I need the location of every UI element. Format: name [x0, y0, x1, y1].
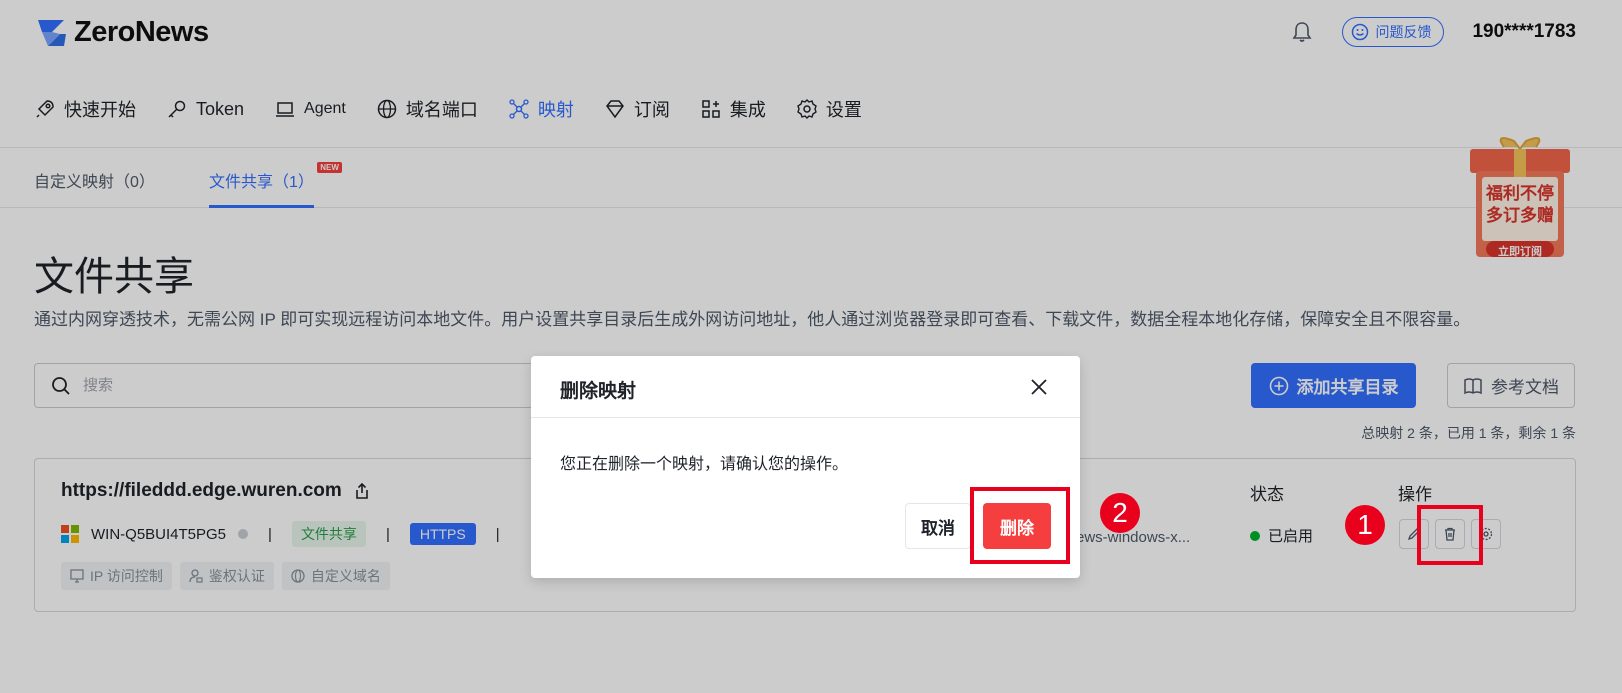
dialog-title: 删除映射 — [560, 381, 637, 402]
step-2-marker: 2 — [1100, 493, 1140, 533]
highlight-confirm-delete — [970, 487, 1070, 564]
close-icon[interactable] — [1028, 376, 1050, 398]
dialog-header: 删除映射 — [531, 356, 1080, 418]
cancel-button[interactable]: 取消 — [905, 503, 971, 549]
dialog-message: 您正在删除一个映射，请确认您的操作。 — [560, 456, 849, 473]
modal-overlay[interactable] — [0, 0, 1622, 693]
highlight-delete-icon — [1417, 505, 1483, 565]
step-1-marker: 1 — [1345, 505, 1385, 545]
